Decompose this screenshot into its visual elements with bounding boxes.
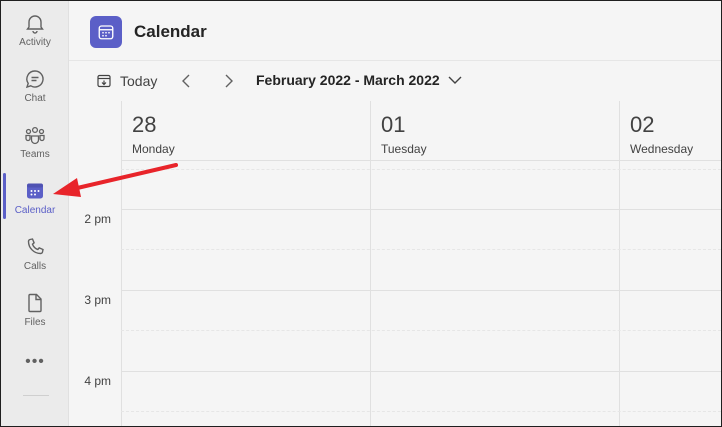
rail-divider <box>23 395 49 396</box>
app-header: Calendar <box>69 1 721 61</box>
column-divider <box>619 161 620 426</box>
calendar-icon <box>98 25 114 40</box>
rail-item-label: Chat <box>24 93 46 104</box>
half-hour-line <box>121 330 721 331</box>
bell-icon <box>26 15 44 34</box>
day-header-wednesday: 02 Wednesday <box>619 101 721 161</box>
chat-icon <box>25 70 44 89</box>
day-number: 28 <box>132 112 157 137</box>
rail-item-label: Teams <box>20 149 50 160</box>
rail-item-label: Calendar <box>14 205 56 216</box>
column-divider <box>370 161 371 426</box>
column-divider <box>121 161 122 426</box>
app-rail: Activity Chat Teams Calendar Calls Files… <box>1 1 69 426</box>
day-name: Tuesday <box>381 142 427 156</box>
today-button[interactable]: Today <box>96 69 157 93</box>
half-hour-line <box>121 169 721 170</box>
header-divider <box>121 160 721 161</box>
today-label: Today <box>120 73 158 89</box>
half-hour-line <box>121 249 721 250</box>
page-title: Calendar <box>134 22 207 41</box>
rail-item-label: Calls <box>23 261 47 272</box>
calendar-icon <box>27 183 43 199</box>
hour-line <box>121 371 721 372</box>
calendar-today-icon <box>97 74 111 88</box>
next-button[interactable] <box>218 71 238 91</box>
teams-window: Activity Chat Teams Calendar Calls Files… <box>0 0 722 427</box>
file-icon <box>28 293 42 313</box>
rail-item-calendar[interactable]: Calendar <box>1 173 69 225</box>
hour-line <box>121 290 721 291</box>
rail-item-calls[interactable]: Calls <box>1 229 69 281</box>
chevron-left-icon <box>182 74 190 88</box>
teams-icon <box>25 126 45 145</box>
calendar-toolbar: Today February 2022 - March 2022 <box>69 61 721 101</box>
day-number: 02 <box>630 112 655 137</box>
day-number: 01 <box>381 112 406 137</box>
phone-icon <box>27 238 44 255</box>
rail-item-activity[interactable]: Activity <box>1 5 69 57</box>
rail-item-label: Activity <box>19 37 51 48</box>
hour-line <box>121 209 721 210</box>
rail-item-teams[interactable]: Teams <box>1 117 69 169</box>
day-header-monday: 28 Monday <box>121 101 370 161</box>
more-apps-icon[interactable]: ••• <box>25 353 45 373</box>
day-header-tuesday: 01 Tuesday <box>370 101 619 161</box>
calendar-app-icon <box>90 16 122 48</box>
date-range-picker[interactable]: February 2022 - March 2022 <box>256 72 462 88</box>
half-hour-line <box>121 411 721 412</box>
time-label: 3 pm <box>84 293 111 307</box>
time-label: 4 pm <box>84 374 111 388</box>
day-name: Monday <box>132 142 175 156</box>
time-label: 2 pm <box>84 212 111 226</box>
previous-button[interactable] <box>177 71 197 91</box>
rail-item-chat[interactable]: Chat <box>1 61 69 113</box>
day-name: Wednesday <box>630 142 694 156</box>
chevron-right-icon <box>225 74 233 88</box>
chevron-down-icon <box>448 76 462 84</box>
date-range-label: February 2022 - March 2022 <box>256 72 440 88</box>
rail-item-label: Files <box>24 317 46 328</box>
calendar-grid: 28 Monday 01 Tuesday 02 Wednesday 2 pm 3… <box>69 101 721 426</box>
rail-item-files[interactable]: Files <box>1 285 69 337</box>
